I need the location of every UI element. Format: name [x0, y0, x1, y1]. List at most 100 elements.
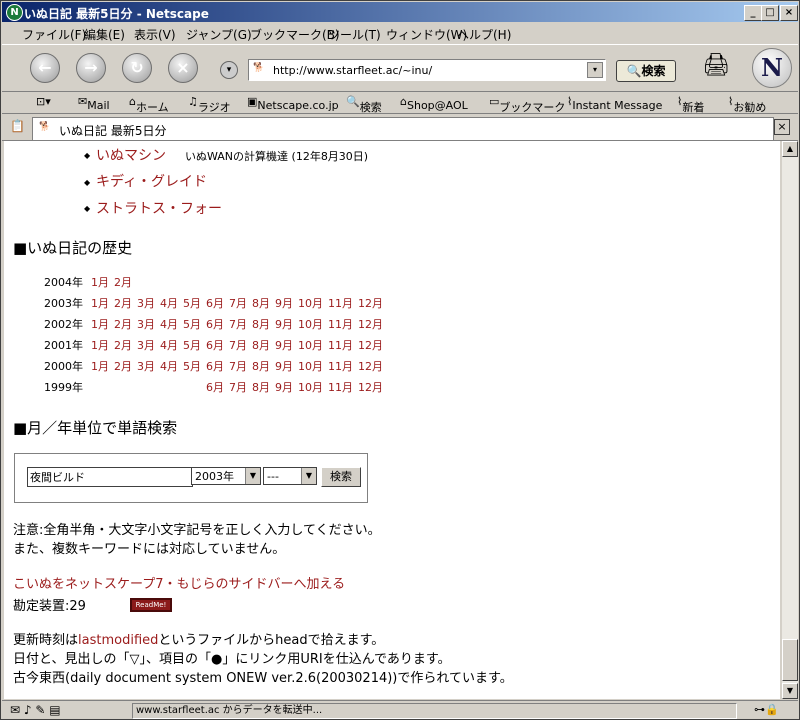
back-icon[interactable]: ←: [30, 53, 60, 83]
history-month-link[interactable]: 2月: [114, 339, 132, 352]
history-month-link[interactable]: 3月: [137, 339, 155, 352]
month-select[interactable]: --- ▼: [263, 467, 317, 485]
history-month-link[interactable]: 8月: [252, 360, 270, 373]
readme-badge[interactable]: ReadMe!: [130, 598, 172, 612]
history-month-link[interactable]: 7月: [229, 318, 247, 331]
history-month-link[interactable]: 8月: [252, 297, 270, 310]
history-month-link[interactable]: 12月: [358, 297, 383, 310]
toolbar-home[interactable]: ⌂ ホーム: [129, 95, 169, 114]
minimize-button[interactable]: _: [744, 5, 762, 21]
history-month-link[interactable]: 10月: [298, 381, 323, 394]
close-tab-icon[interactable]: ×: [774, 119, 790, 135]
history-month-link[interactable]: 6月: [206, 381, 224, 394]
history-month-link[interactable]: 1月: [91, 276, 109, 289]
tab-current[interactable]: 🐕 いぬ日記 最新5日分: [32, 117, 774, 140]
stop-icon[interactable]: ×: [168, 53, 198, 83]
toolbar-search[interactable]: 🔍 検索: [346, 95, 382, 114]
menu-go[interactable]: ジャンプ(G): [186, 26, 252, 43]
history-month-link[interactable]: 9月: [275, 360, 293, 373]
history-month-link[interactable]: 5月: [183, 318, 201, 331]
url-input[interactable]: [271, 61, 575, 79]
search-submit-button[interactable]: 検索: [321, 467, 361, 487]
menu-view[interactable]: 表示(V): [134, 26, 176, 43]
history-month-link[interactable]: 5月: [183, 297, 201, 310]
link-kiddy-grade[interactable]: キディ・グレイド: [96, 171, 207, 191]
history-month-link[interactable]: 2月: [114, 276, 132, 289]
history-month-link[interactable]: 2月: [114, 318, 132, 331]
history-month-link[interactable]: 9月: [275, 339, 293, 352]
link-lastmodified[interactable]: lastmodified: [78, 633, 158, 648]
history-month-link[interactable]: 8月: [252, 381, 270, 394]
history-month-link[interactable]: 9月: [275, 318, 293, 331]
history-month-link[interactable]: 4月: [160, 360, 178, 373]
vertical-scrollbar[interactable]: ▲ ▼: [782, 141, 798, 699]
security-lock-icon[interactable]: ⊶🔒: [754, 703, 779, 716]
toolbar-shop[interactable]: ⌂ Shop@AOL: [400, 95, 468, 112]
year-select[interactable]: 2003年 ▼: [191, 467, 261, 485]
url-dropdown-icon[interactable]: ▾: [587, 62, 603, 78]
history-month-link[interactable]: 1月: [91, 318, 109, 331]
history-month-link[interactable]: 3月: [137, 360, 155, 373]
scroll-down-icon[interactable]: ▼: [782, 683, 798, 699]
toolbar-bookmarks[interactable]: ▭ ブックマーク: [489, 95, 565, 114]
history-month-link[interactable]: 10月: [298, 360, 323, 373]
toolbar-radio[interactable]: ♫ ラジオ: [188, 95, 231, 114]
link-inu-machine[interactable]: いぬマシン: [96, 145, 166, 165]
url-bar[interactable]: 🐕 ▾: [248, 59, 606, 81]
history-month-link[interactable]: 8月: [252, 339, 270, 352]
history-month-link[interactable]: 3月: [137, 318, 155, 331]
link-netscape7[interactable]: ネットスケープ7: [65, 577, 164, 592]
menu-help[interactable]: ヘルプ(H): [457, 26, 511, 43]
history-month-link[interactable]: 10月: [298, 339, 323, 352]
history-month-link[interactable]: 7月: [229, 297, 247, 310]
new-tab-icon[interactable]: 📋: [10, 119, 25, 133]
toolbar-new[interactable]: ⌇ 新着: [677, 95, 704, 114]
history-month-link[interactable]: 4月: [160, 339, 178, 352]
history-month-link[interactable]: 11月: [328, 381, 353, 394]
history-month-link[interactable]: 5月: [183, 339, 201, 352]
history-month-link[interactable]: 4月: [160, 318, 178, 331]
history-month-link[interactable]: 12月: [358, 339, 383, 352]
history-month-link[interactable]: 12月: [358, 360, 383, 373]
scroll-up-icon[interactable]: ▲: [782, 141, 798, 157]
maximize-button[interactable]: □: [761, 5, 779, 21]
history-month-link[interactable]: 9月: [275, 381, 293, 394]
history-month-link[interactable]: 11月: [328, 318, 353, 331]
history-month-link[interactable]: 7月: [229, 360, 247, 373]
history-month-link[interactable]: 1月: [91, 297, 109, 310]
toolbar-netscape[interactable]: ▣ Netscape.co.jp: [247, 95, 339, 112]
history-month-link[interactable]: 1月: [91, 339, 109, 352]
link-stratos-four[interactable]: ストラトス・フォー: [96, 198, 222, 218]
history-month-link[interactable]: 4月: [160, 297, 178, 310]
link-mozilla[interactable]: もじら: [177, 577, 216, 592]
search-query-input[interactable]: [27, 467, 193, 487]
history-month-link[interactable]: 12月: [358, 381, 383, 394]
history-month-link[interactable]: 6月: [206, 297, 224, 310]
history-month-link[interactable]: 10月: [298, 318, 323, 331]
history-dropdown-icon[interactable]: ▾: [220, 61, 238, 79]
history-month-link[interactable]: 7月: [229, 381, 247, 394]
history-month-link[interactable]: 11月: [328, 360, 353, 373]
status-mail-icon[interactable]: ✉ ♪ ✎ ▤: [10, 703, 61, 717]
forward-icon[interactable]: →: [76, 53, 106, 83]
history-month-link[interactable]: 1月: [91, 360, 109, 373]
history-month-link[interactable]: 2月: [114, 297, 132, 310]
link-koinu[interactable]: こいぬを: [13, 577, 65, 592]
menu-file[interactable]: ファイル(F): [22, 26, 86, 43]
close-button[interactable]: ×: [780, 5, 798, 21]
toolbar-mail[interactable]: ✉ Mail: [78, 95, 110, 112]
menu-edit[interactable]: 編集(E): [84, 26, 125, 43]
home-tab-icon[interactable]: ⊡▾: [36, 95, 51, 108]
history-month-link[interactable]: 6月: [206, 318, 224, 331]
history-month-link[interactable]: 11月: [328, 297, 353, 310]
history-month-link[interactable]: 10月: [298, 297, 323, 310]
print-icon[interactable]: 🖨: [702, 53, 730, 81]
toolbar-instant-message[interactable]: ⌇ Instant Message: [567, 95, 662, 112]
history-month-link[interactable]: 6月: [206, 339, 224, 352]
reload-icon[interactable]: ↻: [122, 53, 152, 83]
history-month-link[interactable]: 6月: [206, 360, 224, 373]
history-month-link[interactable]: 5月: [183, 360, 201, 373]
history-month-link[interactable]: 7月: [229, 339, 247, 352]
search-button[interactable]: 🔍検索: [616, 60, 676, 82]
history-month-link[interactable]: 8月: [252, 318, 270, 331]
